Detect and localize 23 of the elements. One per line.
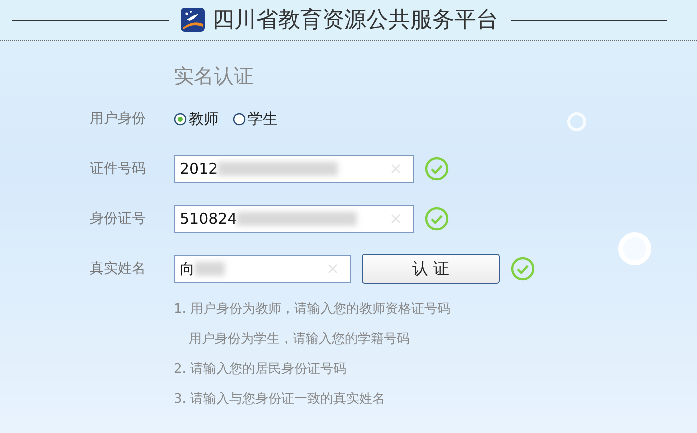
site-title: 四川省教育资源公共服务平台 — [212, 7, 498, 35]
input-field[interactable]: 510824 — [174, 205, 414, 233]
hint-text: 用户身份为学生，请输入您的学籍号码 — [188, 331, 411, 349]
field-label: 证件号码 — [90, 160, 147, 178]
field-label: 真实姓名 — [90, 260, 147, 278]
radio-icon[interactable] — [233, 112, 246, 126]
radio-icon[interactable] — [174, 112, 187, 126]
hint-text: 2. 请输入您的居民身份证号码 — [174, 361, 348, 379]
hint-text: 1. 用户身份为教师，请输入您的教师资格证号码 — [174, 301, 452, 319]
clear-icon — [391, 214, 401, 224]
field-label: 身份证号 — [90, 210, 147, 228]
verify-button[interactable]: 认 证 — [362, 254, 500, 284]
form-title: 实名认证 — [174, 63, 255, 90]
clear-icon — [391, 164, 401, 174]
clear-icon — [328, 264, 338, 274]
input-field[interactable]: 2012 — [174, 155, 414, 183]
input-field[interactable]: 向 — [174, 255, 351, 283]
logo-icon — [180, 8, 204, 32]
field-label: 用户身份 — [90, 110, 147, 128]
ring-icon — [565, 110, 589, 134]
radio-label[interactable]: 学生 — [248, 110, 278, 128]
hint-text: 3. 请输入与您身份证一致的真实姓名 — [174, 391, 387, 409]
radio-label[interactable]: 教师 — [189, 110, 219, 128]
